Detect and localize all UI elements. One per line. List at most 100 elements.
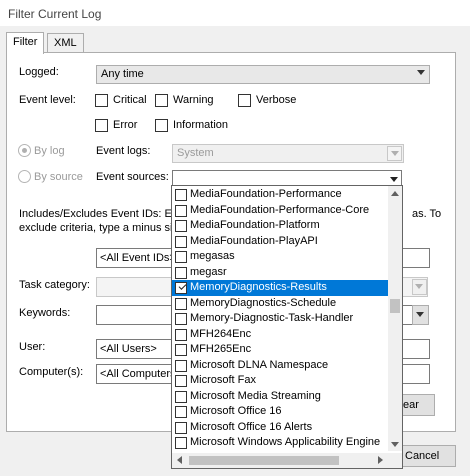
list-item-checkbox[interactable] — [175, 220, 187, 232]
event-ids-help-line2: exclude criteria, type a minus sign — [19, 222, 185, 234]
vertical-scroll-thumb[interactable] — [390, 299, 400, 313]
list-item[interactable]: MemoryDiagnostics-Results — [172, 280, 388, 296]
chevron-down-icon — [415, 284, 423, 289]
list-item[interactable]: Microsoft Office 16 — [172, 404, 388, 420]
event-logs-label: Event logs: — [96, 145, 151, 157]
information-label: Information — [173, 119, 229, 131]
clear-button-label: ear — [403, 399, 419, 411]
list-item[interactable]: MediaFoundation-Performance — [172, 187, 388, 203]
list-item[interactable]: MediaFoundation-PlayAPI — [172, 234, 388, 250]
computers-label: Computer(s): — [19, 366, 84, 378]
list-item-checkbox[interactable] — [175, 375, 187, 387]
list-item-checkbox[interactable] — [175, 313, 187, 325]
list-item-checkbox[interactable] — [175, 344, 187, 356]
list-item-label: Microsoft Fax — [190, 374, 257, 386]
list-item[interactable]: MediaFoundation-Performance-Core — [172, 203, 388, 219]
list-item-checkbox[interactable] — [175, 297, 187, 310]
list-item[interactable]: Microsoft DLNA Namespace — [172, 358, 388, 374]
critical-label: Critical — [113, 94, 147, 106]
list-item[interactable]: MediaFoundation-Platform — [172, 218, 388, 234]
list-item-label: megasr — [190, 265, 227, 278]
verbose-checkbox[interactable] — [238, 94, 251, 107]
chevron-down-icon — [390, 177, 398, 182]
verbose-label: Verbose — [256, 94, 297, 106]
logged-value: Any time — [101, 68, 144, 80]
list-item-checkbox[interactable] — [175, 204, 187, 217]
list-item-label: MemoryDiagnostics-Results — [190, 281, 327, 293]
list-item[interactable]: MemoryDiagnostics-Schedule — [172, 296, 388, 312]
list-item-label: MediaFoundation-Performance — [190, 188, 342, 200]
event-sources-list: MediaFoundation-Performance MediaFoundati… — [171, 185, 403, 469]
list-item-label: MFH264Enc — [190, 327, 252, 340]
tab-filter[interactable]: Filter — [6, 32, 45, 54]
list-item-label: MediaFoundation-Platform — [190, 219, 320, 231]
scroll-up-arrow-icon[interactable] — [388, 186, 402, 200]
user-label: User: — [19, 341, 46, 353]
list-item-checkbox[interactable] — [175, 437, 187, 449]
list-item-label: MFH265Enc — [190, 343, 252, 355]
horizontal-scrollbar[interactable] — [172, 453, 388, 468]
list-item[interactable]: Microsoft Media Streaming — [172, 389, 388, 405]
information-checkbox[interactable] — [155, 119, 168, 132]
chevron-down-icon — [391, 151, 399, 156]
event-ids-value: <All Event IDs> — [100, 252, 176, 264]
list-item[interactable]: Microsoft Office 16 Alerts — [172, 420, 388, 436]
list-item-label: megasas — [190, 250, 235, 262]
list-item[interactable]: MFH264Enc — [172, 327, 388, 343]
by-log-radio[interactable] — [18, 144, 31, 157]
list-item-checkbox[interactable] — [175, 390, 187, 403]
event-ids-help-line1: Includes/Excludes Event IDs: Enter — [19, 208, 191, 220]
list-item-checkbox[interactable] — [175, 282, 187, 294]
list-item[interactable]: Microsoft Windows Applicability Engine — [172, 435, 388, 451]
logged-dropdown[interactable]: Any time — [96, 65, 430, 84]
logged-label: Logged: — [19, 66, 59, 78]
list-item[interactable]: Memory-Diagnostic-Task-Handler — [172, 311, 388, 327]
keywords-label: Keywords: — [19, 307, 71, 319]
list-item[interactable]: MFH265Enc — [172, 342, 388, 358]
list-item-checkbox[interactable] — [175, 266, 187, 279]
list-item-label: Microsoft Media Streaming — [190, 389, 321, 402]
event-ids-help-line1-end: as. To — [412, 208, 442, 220]
user-value: <All Users> — [100, 343, 157, 355]
list-item-checkbox[interactable] — [175, 406, 187, 418]
event-level-label: Event level: — [19, 94, 76, 106]
scroll-left-arrow-icon[interactable] — [172, 453, 187, 468]
list-item-label: MediaFoundation-Performance-Core — [190, 203, 370, 216]
list-item-checkbox[interactable] — [175, 251, 187, 263]
list-item-label: Microsoft Windows Applicability Engine — [190, 436, 381, 448]
event-sources-items: MediaFoundation-Performance MediaFoundati… — [172, 186, 388, 451]
vertical-scrollbar[interactable] — [388, 186, 402, 451]
event-logs-dropdown-button[interactable] — [387, 146, 402, 161]
radio-dot — [22, 148, 27, 153]
chevron-down-icon — [417, 70, 425, 75]
list-item-label: Microsoft Office 16 Alerts — [190, 420, 313, 433]
list-item-checkbox[interactable] — [175, 421, 187, 434]
list-item[interactable]: megasr — [172, 265, 388, 281]
event-logs-dropdown[interactable]: System — [172, 144, 404, 163]
computers-value: <All Computers — [100, 368, 176, 380]
list-item-checkbox[interactable] — [175, 235, 187, 248]
by-source-radio[interactable] — [18, 170, 31, 183]
list-item[interactable]: Microsoft Fax — [172, 373, 388, 389]
list-item[interactable]: megasas — [172, 249, 388, 265]
scroll-right-arrow-icon[interactable] — [373, 453, 388, 468]
task-category-dropdown-button[interactable] — [412, 279, 427, 295]
tab-xml[interactable]: XML — [47, 33, 84, 53]
keywords-dropdown-button[interactable] — [412, 305, 429, 325]
list-item-label: MemoryDiagnostics-Schedule — [190, 296, 337, 309]
chevron-down-icon — [416, 312, 424, 317]
list-item-label: Microsoft DLNA Namespace — [190, 358, 329, 371]
scroll-down-arrow-icon[interactable] — [388, 437, 402, 451]
list-item-checkbox[interactable] — [175, 328, 187, 341]
error-checkbox[interactable] — [95, 119, 108, 132]
list-item-label: MediaFoundation-PlayAPI — [190, 234, 318, 247]
by-source-label: By source — [34, 171, 83, 183]
list-item-label: Memory-Diagnostic-Task-Handler — [190, 312, 354, 324]
title-bar: Filter Current Log — [0, 0, 470, 26]
scrollbar-corner — [388, 453, 402, 468]
critical-checkbox[interactable] — [95, 94, 108, 107]
warning-checkbox[interactable] — [155, 94, 168, 107]
list-item-checkbox[interactable] — [175, 189, 187, 201]
list-item-checkbox[interactable] — [175, 359, 187, 372]
horizontal-scroll-thumb[interactable] — [189, 456, 339, 465]
